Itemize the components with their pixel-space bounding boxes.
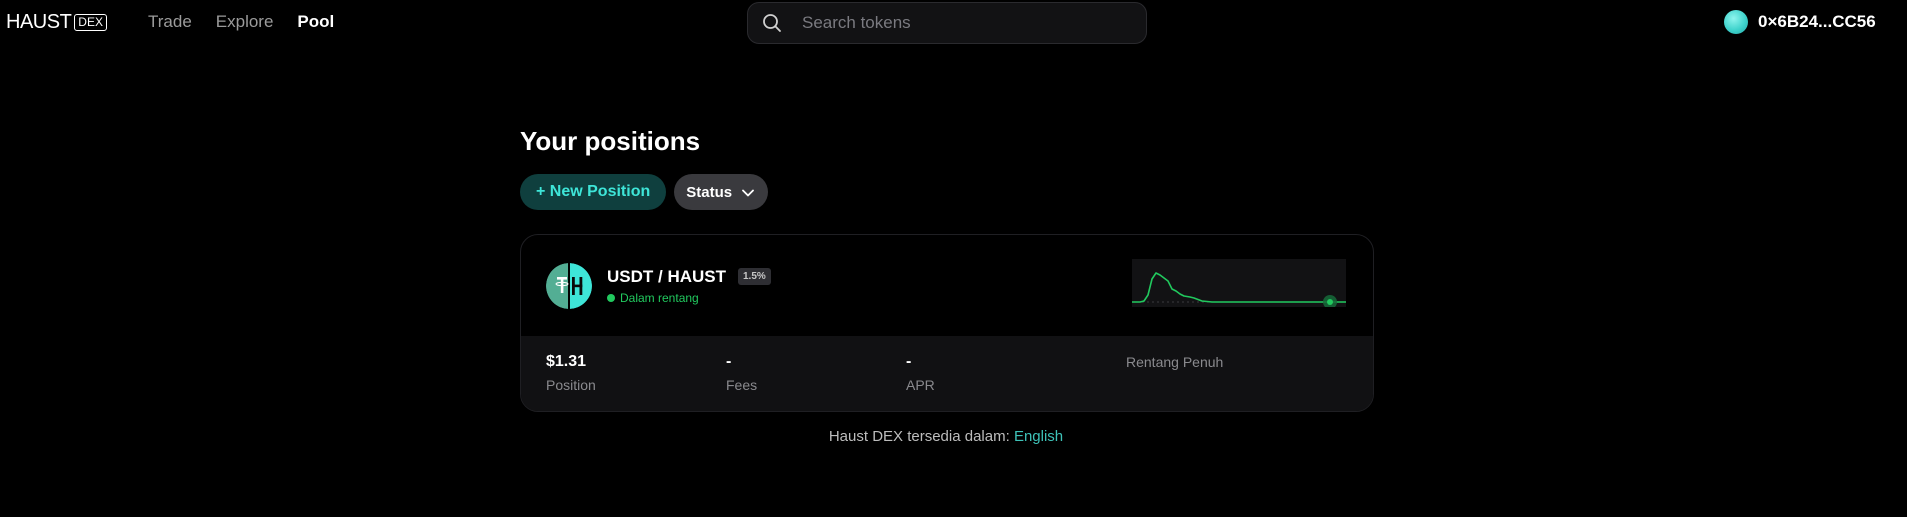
fee-tier-badge: 1.5% [738, 268, 771, 285]
language-link[interactable]: English [1014, 428, 1063, 445]
position-card-header: USDT / HAUST 1.5% Dalam rentang [521, 235, 1373, 336]
new-position-button[interactable]: + New Position [520, 174, 667, 210]
search-box[interactable] [747, 2, 1147, 44]
position-value: $1.31 [546, 353, 587, 370]
logo-text: HAUST [6, 11, 72, 33]
status-filter-button[interactable]: Status [674, 174, 769, 210]
wallet-address: 0×6B24...CC56 [1758, 12, 1876, 31]
range-status-label: Dalam rentang [620, 291, 699, 305]
nav-item-pool[interactable]: Pool [297, 12, 334, 32]
search-input[interactable] [802, 13, 1146, 33]
chevron-down-icon [742, 184, 754, 201]
wallet-avatar [1724, 10, 1748, 34]
price-range-chart [1132, 259, 1346, 309]
search-icon [762, 13, 802, 33]
main-nav: Trade Explore Pool [148, 12, 358, 32]
fees-value: - [726, 353, 732, 370]
range-status: Dalam rentang [607, 291, 699, 305]
position-value-stat: $1.31 Position [546, 352, 596, 393]
apr-stat: - APR [906, 352, 935, 393]
in-range-dot-icon [607, 294, 615, 302]
token-pair-icon [546, 263, 592, 309]
language-footer: Haust DEX tersedia dalam: English [0, 428, 1892, 445]
pair-name: USDT / HAUST [607, 267, 726, 286]
language-footer-text: Haust DEX tersedia dalam: [828, 428, 1014, 445]
position-actions: + New Position Status [520, 174, 769, 210]
nav-item-trade[interactable]: Trade [148, 12, 192, 32]
apr-value: - [906, 353, 912, 370]
range-type: Rentang Penuh [1126, 354, 1224, 370]
nav-item-explore[interactable]: Explore [216, 12, 274, 32]
fees-label: Fees [726, 377, 758, 393]
position-card[interactable]: USDT / HAUST 1.5% Dalam rentang $1.31 Po… [520, 234, 1374, 412]
page-title: Your positions [520, 126, 701, 156]
logo-badge: DEX [74, 13, 107, 31]
haust-dex-logo[interactable]: HAUST DEX [6, 12, 107, 32]
position-value-label: Position [546, 377, 596, 393]
fees-stat: - Fees [726, 352, 757, 393]
position-stats: $1.31 Position - Fees - APR Rentang Penu… [521, 336, 1373, 411]
status-filter-label: Status [686, 183, 733, 201]
top-bar: HAUST DEX Trade Explore Pool 0×6B24...CC… [0, 0, 1907, 44]
apr-label: APR [906, 377, 935, 393]
wallet-button[interactable]: 0×6B24...CC56 [1724, 10, 1876, 34]
